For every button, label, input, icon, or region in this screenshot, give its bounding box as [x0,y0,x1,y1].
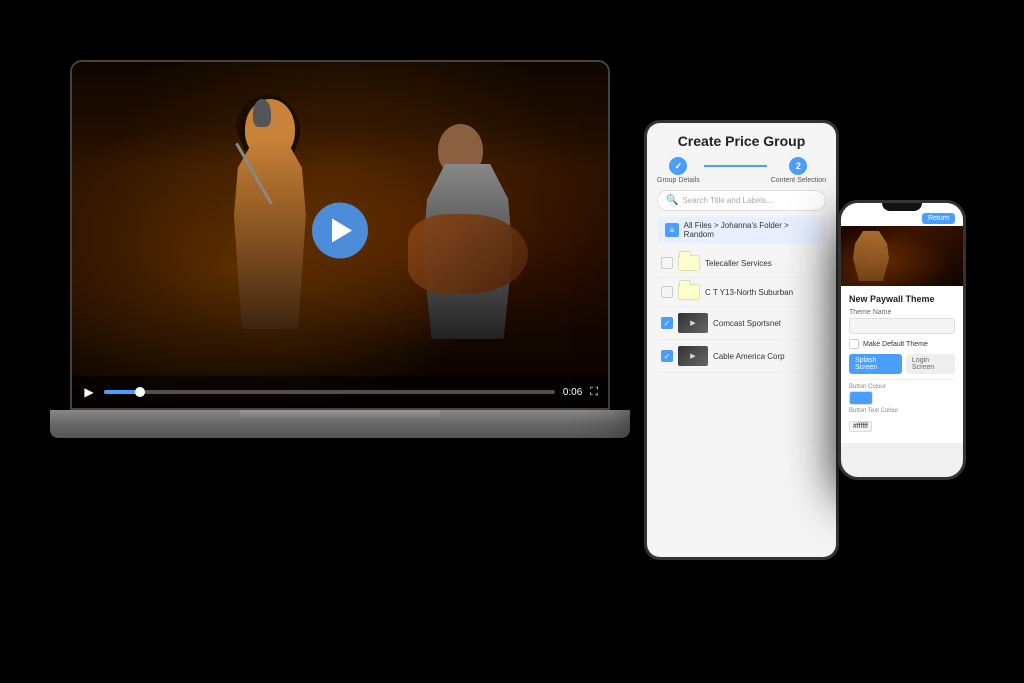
file-name-2: C T Y13-North Suburban [705,288,822,297]
splash-screen-tab[interactable]: Splash Screen [849,354,902,374]
laptop-screen: ▶ 0:06 ⛶ [70,60,610,410]
folder-icon-1 [678,255,700,271]
return-button[interactable]: Return [922,213,955,224]
default-theme-label: Make Default Theme [863,341,928,348]
phone: Return New Paywall Theme Theme Name Make… [838,200,966,480]
checkbox-3[interactable]: ✓ [661,317,673,329]
search-icon: 🔍 [666,195,678,206]
checkbox-1[interactable] [661,257,673,269]
tablet: Create Price Group ✓ Group Details 2 Con… [644,120,839,560]
file-row-3[interactable]: ✓ Comcast Sportsnet [657,307,826,340]
step-1-label: Group Details [657,177,700,184]
stepper: ✓ Group Details 2 Content Selection [657,157,826,184]
default-theme-checkbox[interactable] [849,339,859,349]
phone-notch [882,203,922,211]
step-1: ✓ Group Details [657,157,700,184]
step-2-circle: 2 [789,157,807,175]
step-2-label: Content Selection [771,177,826,184]
phone-screen: Return New Paywall Theme Theme Name Make… [841,203,963,477]
singer-body [230,139,310,329]
laptop-hinge [240,410,440,418]
phone-content: New Paywall Theme Theme Name Make Defaul… [841,286,963,443]
theme-name-label: Theme Name [849,309,955,316]
file-row-4[interactable]: ✓ Cable America Corp [657,340,826,373]
file-name-1: Telecaller Services [705,259,822,268]
tablet-screen: Create Price Group ✓ Group Details 2 Con… [647,123,836,557]
fullscreen-button[interactable]: ⛶ [590,386,598,399]
default-theme-row: Make Default Theme [849,339,955,349]
button-color-swatch[interactable] [849,391,873,405]
search-bar[interactable]: 🔍 Search Title and Labels... [657,190,826,211]
button-color-label: Button Colour [849,384,955,390]
time-display: 0:06 [563,387,582,398]
search-placeholder: Search Title and Labels... [682,196,772,205]
video-player: ▶ 0:06 ⛶ [72,62,608,408]
phone-concert-image [841,226,963,286]
breadcrumb-folder-icon: ≡ [665,223,679,237]
checkbox-4[interactable]: ✓ [661,350,673,362]
create-price-group-title: Create Price Group [657,133,826,149]
progress-handle[interactable] [135,387,145,397]
video-thumb-2 [678,346,708,366]
phone-section-title: New Paywall Theme [849,294,955,304]
play-button[interactable] [312,203,368,259]
folder-icon-2 [678,284,700,300]
breadcrumb-text: All Files > Johanna's Folder > Random [684,221,818,239]
step-2: 2 Content Selection [771,157,826,184]
laptop: ▶ 0:06 ⛶ [50,60,630,480]
theme-name-input[interactable] [849,318,955,334]
step-1-circle: ✓ [669,157,687,175]
file-name-3: Comcast Sportsnet [713,319,822,328]
breadcrumb: ≡ All Files > Johanna's Folder > Random [657,217,826,243]
scene: ▶ 0:06 ⛶ Create Price Group [0,0,1024,683]
phone-divider-1 [849,379,955,380]
progress-bar[interactable] [104,390,555,394]
file-name-4: Cable America Corp [713,352,822,361]
button-text-color-label: Button Text Colour [849,408,955,414]
checkbox-2[interactable] [661,286,673,298]
laptop-base [50,410,630,438]
file-row-1[interactable]: Telecaller Services [657,249,826,278]
play-triangle-icon [332,219,352,243]
tablet-content: Create Price Group ✓ Group Details 2 Con… [647,123,836,383]
screen-tab-row: Splash Screen Login Screen [849,354,955,374]
guitarist-figure [408,114,528,344]
play-pause-button[interactable]: ▶ [82,385,96,399]
button-text-color-value: #ffffff [849,421,872,432]
video-controls: ▶ 0:06 ⛶ [72,376,608,408]
login-screen-tab[interactable]: Login Screen [906,354,955,374]
video-thumb-1 [678,313,708,333]
guitar [408,214,528,294]
step-line [704,165,767,167]
file-row-2[interactable]: C T Y13-North Suburban [657,278,826,307]
microphone [253,99,271,127]
